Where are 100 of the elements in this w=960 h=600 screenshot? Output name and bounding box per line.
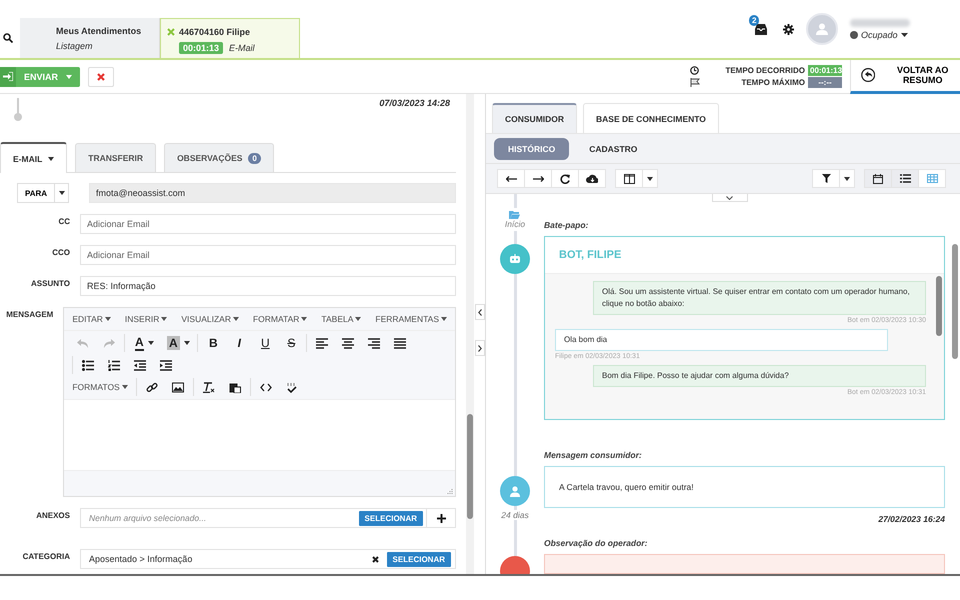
compose-tab[interactable]: OBSERVAÇÕES 0: [164, 143, 274, 172]
status-dot: [850, 30, 858, 38]
outdent-icon: [134, 360, 146, 370]
back-to-summary-button[interactable]: VOLTAR AO RESUMO: [850, 60, 960, 94]
category-field[interactable]: Aposentado > Informação SELECIONAR: [80, 549, 456, 569]
editor-menu[interactable]: VISUALIZAR: [181, 314, 239, 324]
editor-menu[interactable]: FORMATAR: [252, 314, 308, 324]
settings-icon[interactable]: [783, 24, 794, 34]
email-field[interactable]: Adicionar Email: [80, 245, 456, 265]
cloud-download-icon: [586, 174, 598, 184]
session-tab[interactable]: 446704160 Filipe 00:01:13 E-Mail: [160, 18, 300, 58]
formats-dropdown[interactable]: FORMATOS: [72, 382, 128, 392]
search-icon[interactable]: [3, 33, 13, 43]
align-right-icon: [368, 338, 380, 348]
caret-icon: [441, 317, 447, 321]
caret-icon: [104, 317, 111, 321]
compose-tab[interactable]: E-MAIL: [0, 142, 68, 173]
undo-icon: [77, 338, 90, 348]
list-view-button[interactable]: [891, 169, 919, 188]
field-label: CATEGORIA: [22, 551, 70, 561]
event-label: Bate-papo:: [544, 220, 590, 230]
refresh-button[interactable]: [551, 169, 579, 188]
blurred-name: [850, 18, 910, 26]
image-icon: [172, 382, 184, 392]
columns-button[interactable]: [615, 169, 643, 188]
clear-icon[interactable]: [372, 556, 379, 562]
panel-tab[interactable]: BASE DE CONHECIMENTO: [583, 103, 719, 133]
subtab[interactable]: HISTÓRICO: [494, 138, 570, 160]
align-left-icon: [316, 338, 328, 348]
chat-message: Bom dia Filipe. Posso te ajudar com alguma dúvida?: [593, 365, 926, 387]
dropdown-button[interactable]: [839, 169, 855, 188]
field-label: ASSUNTO: [30, 278, 70, 288]
editor-menu[interactable]: TABELA: [321, 314, 362, 324]
notification-badge: 2: [749, 15, 760, 26]
timer-label: TEMPO DECORRIDO: [725, 66, 805, 75]
caret-icon: [355, 317, 362, 321]
forward-button[interactable]: [524, 169, 552, 188]
cancel-button[interactable]: [88, 66, 114, 86]
chevron-down-icon: [726, 196, 733, 200]
subtab[interactable]: CADASTRO: [575, 138, 652, 160]
clock-icon: [690, 66, 699, 75]
expand-right-button[interactable]: [474, 340, 484, 356]
expand-button[interactable]: [712, 194, 748, 202]
status-label[interactable]: Ocupado: [861, 30, 898, 40]
filter-button[interactable]: [812, 169, 840, 188]
field-label: CC: [57, 216, 70, 226]
editor-menu[interactable]: FERRAMENTAS: [375, 314, 447, 324]
calendar-view-button[interactable]: [864, 169, 892, 188]
field-label: MENSAGEM: [5, 309, 54, 319]
timeline-start-label: Início: [504, 219, 526, 229]
bold-button[interactable]: B: [200, 334, 226, 352]
caret-icon: [66, 74, 72, 78]
event-label: Mensagem consumidor:: [544, 450, 643, 460]
scrollbar[interactable]: [466, 94, 474, 574]
folder-icon: [509, 210, 520, 219]
recipient-field[interactable]: fmota@neoassist.com: [89, 183, 456, 203]
flag-icon: [690, 78, 700, 87]
chevron-left-icon: [478, 308, 482, 316]
compose-tab[interactable]: TRANSFERIR: [75, 143, 156, 172]
user-avatar: [500, 476, 530, 506]
numbered-list-icon: [108, 360, 120, 370]
editor-menu[interactable]: INSERIR: [124, 314, 168, 324]
caret-icon: [232, 317, 239, 321]
collapse-left-button[interactable]: [474, 304, 484, 320]
text-color-button[interactable]: A: [127, 334, 162, 352]
caret-icon: [122, 385, 128, 389]
caret-icon: [647, 176, 653, 181]
background-color-button[interactable]: A: [161, 334, 196, 352]
chat-message: Ola bom dia: [555, 329, 888, 351]
subject-field[interactable]: RES: Informação: [80, 276, 456, 296]
session-tab[interactable]: Meus Atendimentos Listagem: [20, 18, 160, 58]
select-button[interactable]: SELECIONAR: [386, 552, 451, 566]
scrollbar[interactable]: [936, 276, 942, 336]
align-center-icon: [342, 338, 354, 348]
attachment-field[interactable]: Nenhum arquivo selecionado... SELECIONAR: [80, 508, 456, 528]
field-label: ANEXOS: [35, 510, 70, 520]
event-label: Observação do operador:: [544, 538, 648, 548]
message-editor[interactable]: EDITAR INSERIR VISUALIZAR FORMATAR TABELA FERRAMENTAS A A B I U S FORMATOS: [63, 307, 456, 497]
close-icon: [97, 72, 106, 80]
dropdown-button[interactable]: [642, 169, 658, 188]
timer-label: TEMPO MÁXIMO: [741, 78, 805, 87]
panel-tab[interactable]: CONSUMIDOR: [492, 103, 578, 133]
justify-icon: [394, 338, 406, 348]
italic-button[interactable]: I: [226, 334, 252, 352]
caret-icon: [184, 341, 190, 345]
back-button[interactable]: [497, 169, 525, 188]
tab-title: Meus Atendimentos: [56, 26, 142, 36]
underline-button[interactable]: U: [252, 334, 278, 352]
email-field[interactable]: Adicionar Email: [80, 214, 456, 234]
editor-menu[interactable]: EDITAR: [72, 314, 111, 324]
timeline-knob-icon: [14, 98, 22, 122]
recipient-type-dropdown[interactable]: PARA: [17, 183, 69, 203]
select-button[interactable]: SELECIONAR: [358, 510, 423, 526]
cloud-download-button[interactable]: [578, 169, 606, 188]
inbox-icon[interactable]: [755, 24, 767, 35]
strikethrough-button[interactable]: S: [278, 334, 304, 352]
filter-icon: [822, 174, 830, 184]
scrollbar[interactable]: [952, 244, 958, 359]
link-icon: [146, 382, 158, 392]
field-label: CCO: [51, 247, 70, 257]
